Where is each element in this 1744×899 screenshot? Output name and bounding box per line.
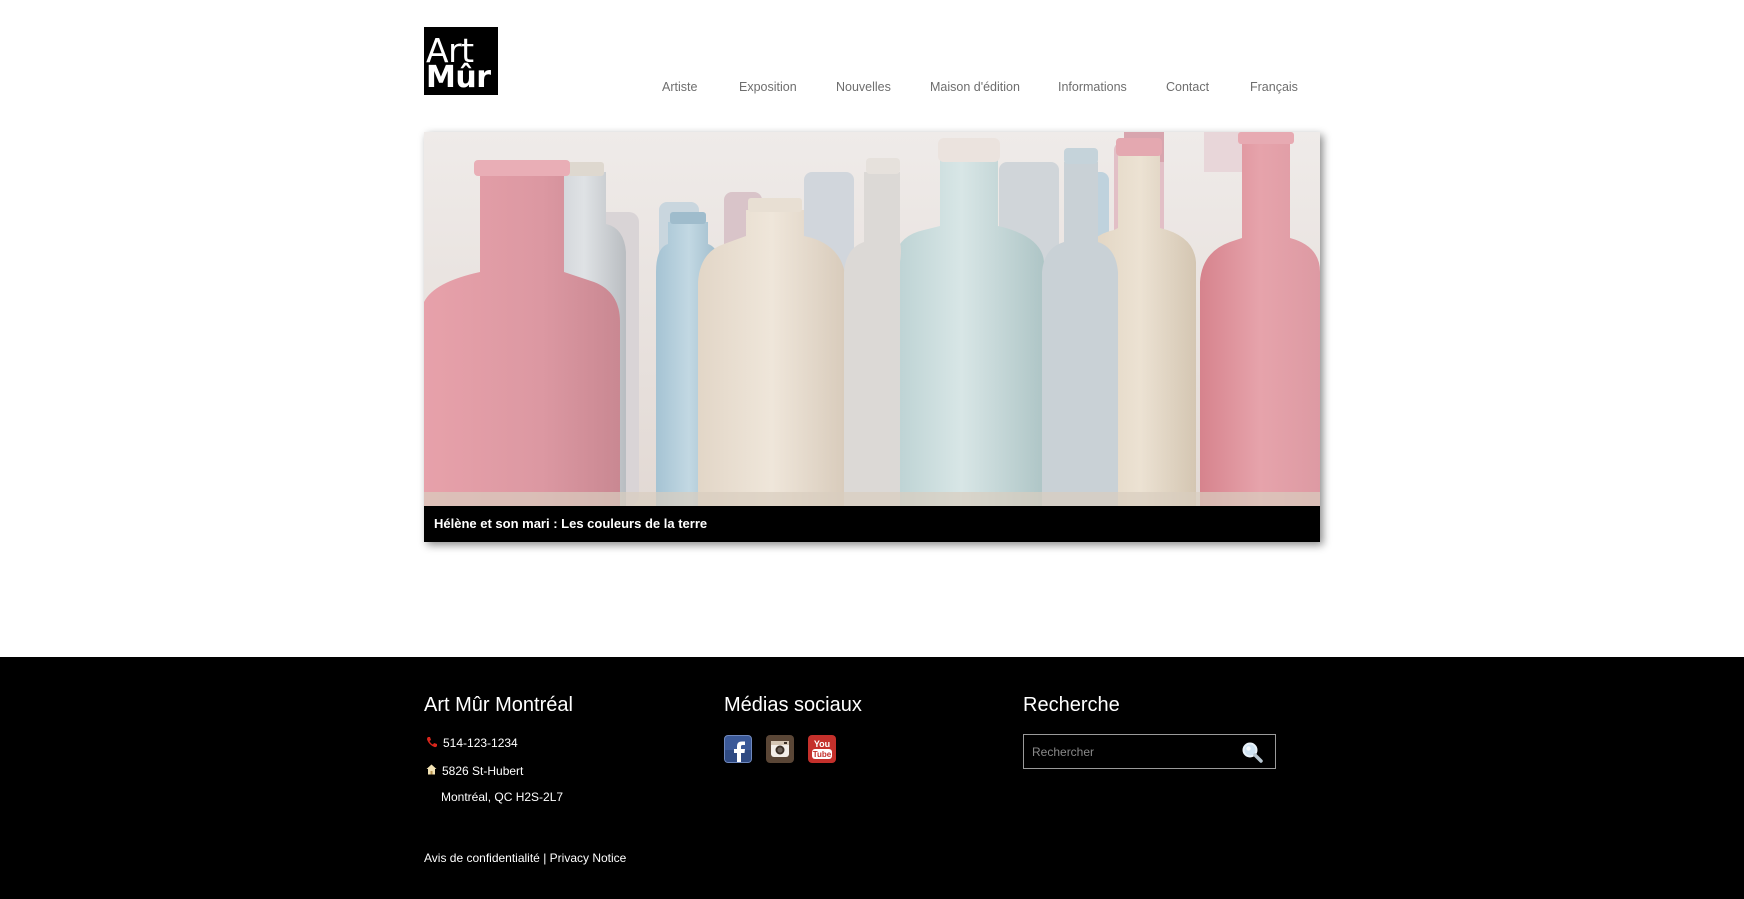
youtube-icon-text-top: You (814, 739, 830, 749)
privacy-link-fr[interactable]: Avis de confidentialité (424, 851, 540, 865)
slide-caption-text: Hélène et son mari : Les couleurs de la … (434, 516, 708, 531)
home-icon (426, 764, 437, 775)
nav-item-informations[interactable]: Informations (1058, 80, 1127, 94)
phone-icon (426, 737, 437, 748)
contact-heading: Art Mûr Montréal (424, 694, 573, 716)
nav-item-maison-edition[interactable]: Maison d'édition (930, 80, 1020, 94)
youtube-icon-text-bottom: Tube (813, 750, 832, 759)
nav-item-contact[interactable]: Contact (1166, 80, 1209, 94)
search-heading: Recherche (1023, 694, 1120, 716)
instagram-icon[interactable] (766, 735, 794, 763)
art-mur-logo[interactable]: Art Mûr (424, 27, 498, 95)
privacy-link-en[interactable]: Privacy Notice (550, 851, 627, 865)
nav-item-exposition[interactable]: Exposition (739, 80, 797, 94)
site-footer: Art Mûr Montréal 514-123-1234 5826 St-Hu… (0, 657, 1744, 899)
logo-line-2: Mûr (426, 60, 491, 95)
site-header: Art Mûr Artiste Exposition Nouvelles Mai… (0, 0, 1744, 120)
facebook-icon[interactable] (724, 735, 752, 763)
search-icon[interactable] (1240, 740, 1266, 764)
slide-image-ceramic-bottles[interactable] (424, 132, 1320, 506)
nav-item-language[interactable]: Français (1250, 80, 1298, 94)
contact-phone[interactable]: 514-123-1234 (443, 736, 518, 750)
footer-link-separator: | (543, 851, 547, 865)
search-form (1023, 734, 1276, 769)
footer-links: Avis de confidentialité | Privacy Notice (424, 851, 626, 865)
contact-address-line2: Montréal, QC H2S-2L7 (441, 790, 564, 804)
search-input[interactable] (1032, 743, 1232, 761)
nav-item-nouvelles[interactable]: Nouvelles (836, 80, 891, 94)
featured-slider[interactable]: Hélène et son mari : Les couleurs de la … (424, 132, 1320, 542)
youtube-icon[interactable]: You Tube (808, 735, 836, 763)
contact-address-line1: 5826 St-Hubert (442, 764, 524, 778)
social-heading: Médias sociaux (724, 694, 862, 716)
slide-caption[interactable]: Hélène et son mari : Les couleurs de la … (424, 506, 1320, 542)
nav-item-artiste[interactable]: Artiste (662, 80, 697, 94)
